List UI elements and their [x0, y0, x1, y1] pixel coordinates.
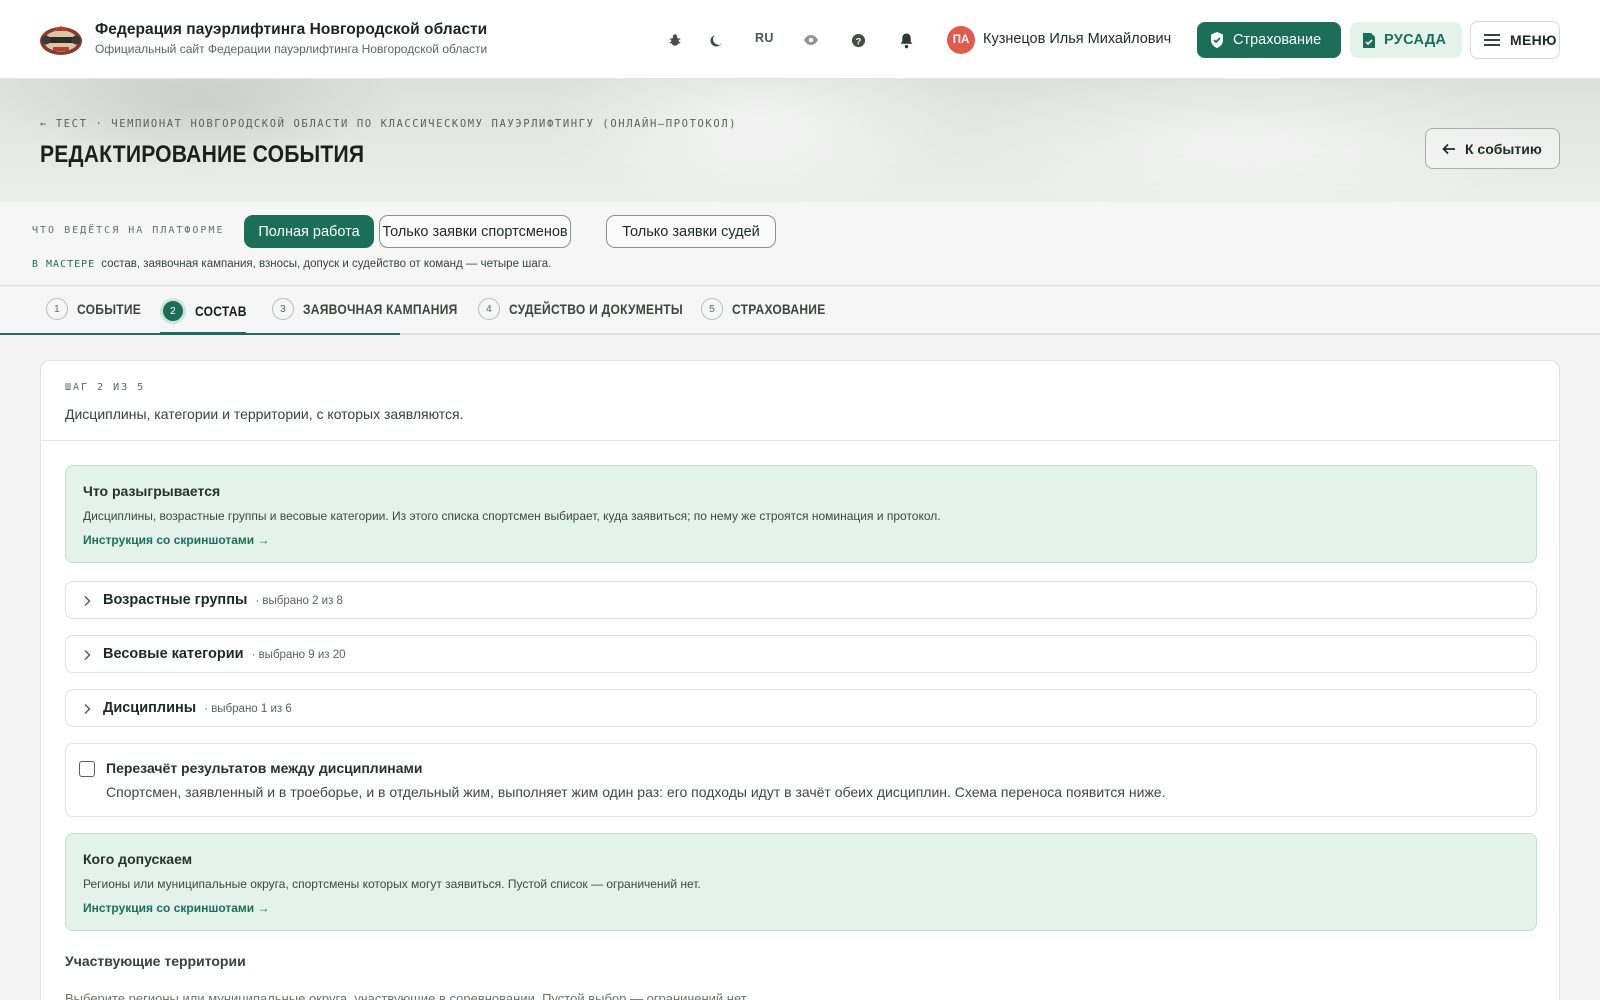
wizard-steps: 1 СОБЫТИЕ 2 СОСТАВ 3 ЗАЯВОЧНАЯ КАМПАНИЯ …	[0, 287, 1600, 335]
org-title: Федерация пауэрлифтинга Новгородской обл…	[95, 21, 488, 38]
recount-option[interactable]: Перезачёт результатов между дисциплинами…	[65, 743, 1537, 817]
insurance-button[interactable]: Страхование	[1197, 22, 1341, 58]
menu-button[interactable]: МЕНЮ	[1470, 21, 1560, 59]
mode-desc-text: состав, заявочная кампания, взносы, допу…	[101, 258, 552, 270]
chevron-right-icon	[84, 703, 91, 715]
rusada-button[interactable]: РУСАДА	[1350, 22, 1462, 58]
moon-icon[interactable]	[704, 28, 728, 52]
accordion-title: Дисциплины · выбрано 1 из 6	[103, 700, 292, 716]
mode-option-athletes-only[interactable]: Только заявки спортсменов	[379, 215, 571, 248]
territories-label: Участвующие территории	[65, 953, 246, 969]
mode-description: В МАСТЕРЕ состав, заявочная кампания, взн…	[32, 258, 551, 270]
accordion-title: Весовые категории · выбрано 9 из 20	[103, 646, 346, 662]
page-title: РЕДАКТИРОВАНИЕ СОБЫТИЯ	[40, 141, 365, 168]
federation-logo[interactable]	[38, 22, 84, 58]
mode-option-judges-only[interactable]: Только заявки судей	[606, 215, 776, 248]
back-to-event-button[interactable]: К событию	[1425, 128, 1560, 169]
bell-icon[interactable]	[894, 28, 918, 52]
document-icon	[1363, 32, 1375, 48]
info-text: Дисциплины, возрастные группы и весовые …	[83, 509, 941, 523]
step-label: СОСТАВ	[195, 303, 247, 319]
accordion-title-text: Весовые категории	[103, 646, 244, 662]
step-counter: ШАГ 2 ИЗ 5	[65, 382, 146, 393]
active-step-underline	[160, 332, 246, 335]
accordion-weight-categories[interactable]: Весовые категории · выбрано 9 из 20	[65, 635, 1537, 673]
accordion-meta: · выбрано 1 из 6	[204, 703, 292, 715]
rusada-label: РУСАДА	[1384, 32, 1447, 48]
info-what-is-played: Что разыгрывается Дисциплины, возрастные…	[65, 465, 1537, 563]
language-switch[interactable]: RU	[755, 31, 774, 45]
mode-label: ЧТО ВЕДЁТСЯ НА ПЛАТФОРМЕ	[32, 225, 225, 236]
step-description: Дисциплины, категории и территории, с ко…	[65, 406, 464, 422]
step-composition[interactable]: 2 СОСТАВ	[160, 298, 255, 324]
mode-option-full[interactable]: Полная работа	[244, 215, 374, 248]
user-avatar[interactable]: ПА	[947, 26, 975, 54]
accordion-meta: · выбрано 9 из 20	[251, 649, 346, 661]
step-judging-docs[interactable]: 4 СУДЕЙСТВО И ДОКУМЕНТЫ	[478, 298, 711, 320]
step-label: ЗАЯВОЧНАЯ КАМПАНИЯ	[303, 301, 458, 317]
step-number: 3	[272, 298, 294, 320]
territories-hint: Выберите регионы или муниципальные округ…	[65, 991, 749, 1000]
breadcrumb[interactable]: ← ТЕСТ · ЧЕМПИОНАТ НОВГОРОДСКОЙ ОБЛАСТИ …	[40, 118, 737, 130]
insurance-label: Страхование	[1233, 32, 1322, 48]
info-title: Кого допускаем	[83, 851, 193, 867]
accordion-age-groups[interactable]: Возрастные группы · выбрано 2 из 8	[65, 581, 1537, 619]
brand[interactable]: Федерация пауэрлифтинга Новгородской обл…	[95, 21, 487, 56]
card-header: ШАГ 2 ИЗ 5 Дисциплины, категории и терри…	[41, 361, 1559, 441]
accordion-disciplines[interactable]: Дисциплины · выбрано 1 из 6	[65, 689, 1537, 727]
accordion-title: Возрастные группы · выбрано 2 из 8	[103, 592, 343, 608]
svg-text:?: ?	[855, 36, 861, 46]
accordion-meta: · выбрано 2 из 8	[255, 595, 343, 607]
step-label: СОБЫТИЕ	[77, 301, 142, 317]
instruction-link[interactable]: Инструкция со скриншотами →	[83, 533, 270, 547]
recount-description: Спортсмен, заявленный и в троеборье, и в…	[106, 784, 1166, 800]
step-number: 1	[46, 298, 68, 320]
info-who-is-admitted: Кого допускаем Регионы или муниципальные…	[65, 833, 1537, 931]
step-event[interactable]: 1 СОБЫТИЕ	[46, 298, 151, 320]
page-hero: ← ТЕСТ · ЧЕМПИОНАТ НОВГОРОДСКОЙ ОБЛАСТИ …	[0, 79, 1600, 202]
user-name[interactable]: Кузнецов Илья Михайлович	[983, 31, 1171, 47]
accordion-title-text: Возрастные группы	[103, 592, 248, 608]
bug-icon[interactable]	[663, 28, 687, 52]
chevron-right-icon	[84, 595, 91, 607]
hamburger-icon	[1484, 34, 1500, 46]
step-number: 4	[478, 298, 500, 320]
step-number: 2	[160, 298, 186, 324]
instruction-link[interactable]: Инструкция со скриншотами →	[83, 901, 270, 915]
step-insurance[interactable]: 5 СТРАХОВАНИЕ	[701, 298, 841, 320]
arrow-left-icon	[1442, 143, 1455, 154]
step-label: СУДЕЙСТВО И ДОКУМЕНТЫ	[509, 301, 683, 317]
step-card: ШАГ 2 ИЗ 5 Дисциплины, категории и терри…	[40, 360, 1560, 1000]
recount-title: Перезачёт результатов между дисциплинами	[106, 760, 423, 776]
step-label: СТРАХОВАНИЕ	[732, 301, 826, 317]
info-text: Регионы или муниципальные округа, спортс…	[83, 877, 701, 891]
eye-icon[interactable]	[799, 28, 823, 52]
org-subtitle: Официальный сайт Федерации пауэрлифтинга…	[95, 42, 488, 56]
step-number: 5	[701, 298, 723, 320]
help-icon[interactable]: ?	[846, 28, 870, 52]
platform-mode-bar: ЧТО ВЕДЁТСЯ НА ПЛАТФОРМЕ Полная работа Т…	[0, 202, 1600, 286]
recount-checkbox[interactable]	[79, 761, 95, 777]
shield-check-icon	[1211, 32, 1223, 48]
accordion-title-text: Дисциплины	[103, 700, 197, 716]
menu-label: МЕНЮ	[1510, 32, 1557, 48]
step-entry-campaign[interactable]: 3 ЗАЯВОЧНАЯ КАМПАНИЯ	[272, 298, 483, 320]
info-title: Что разыгрывается	[83, 483, 221, 499]
back-label: К событию	[1465, 140, 1542, 157]
top-header: Федерация пауэрлифтинга Новгородской обл…	[0, 0, 1600, 79]
mode-desc-tag: В МАСТЕРЕ	[32, 259, 96, 270]
chevron-right-icon	[84, 649, 91, 661]
